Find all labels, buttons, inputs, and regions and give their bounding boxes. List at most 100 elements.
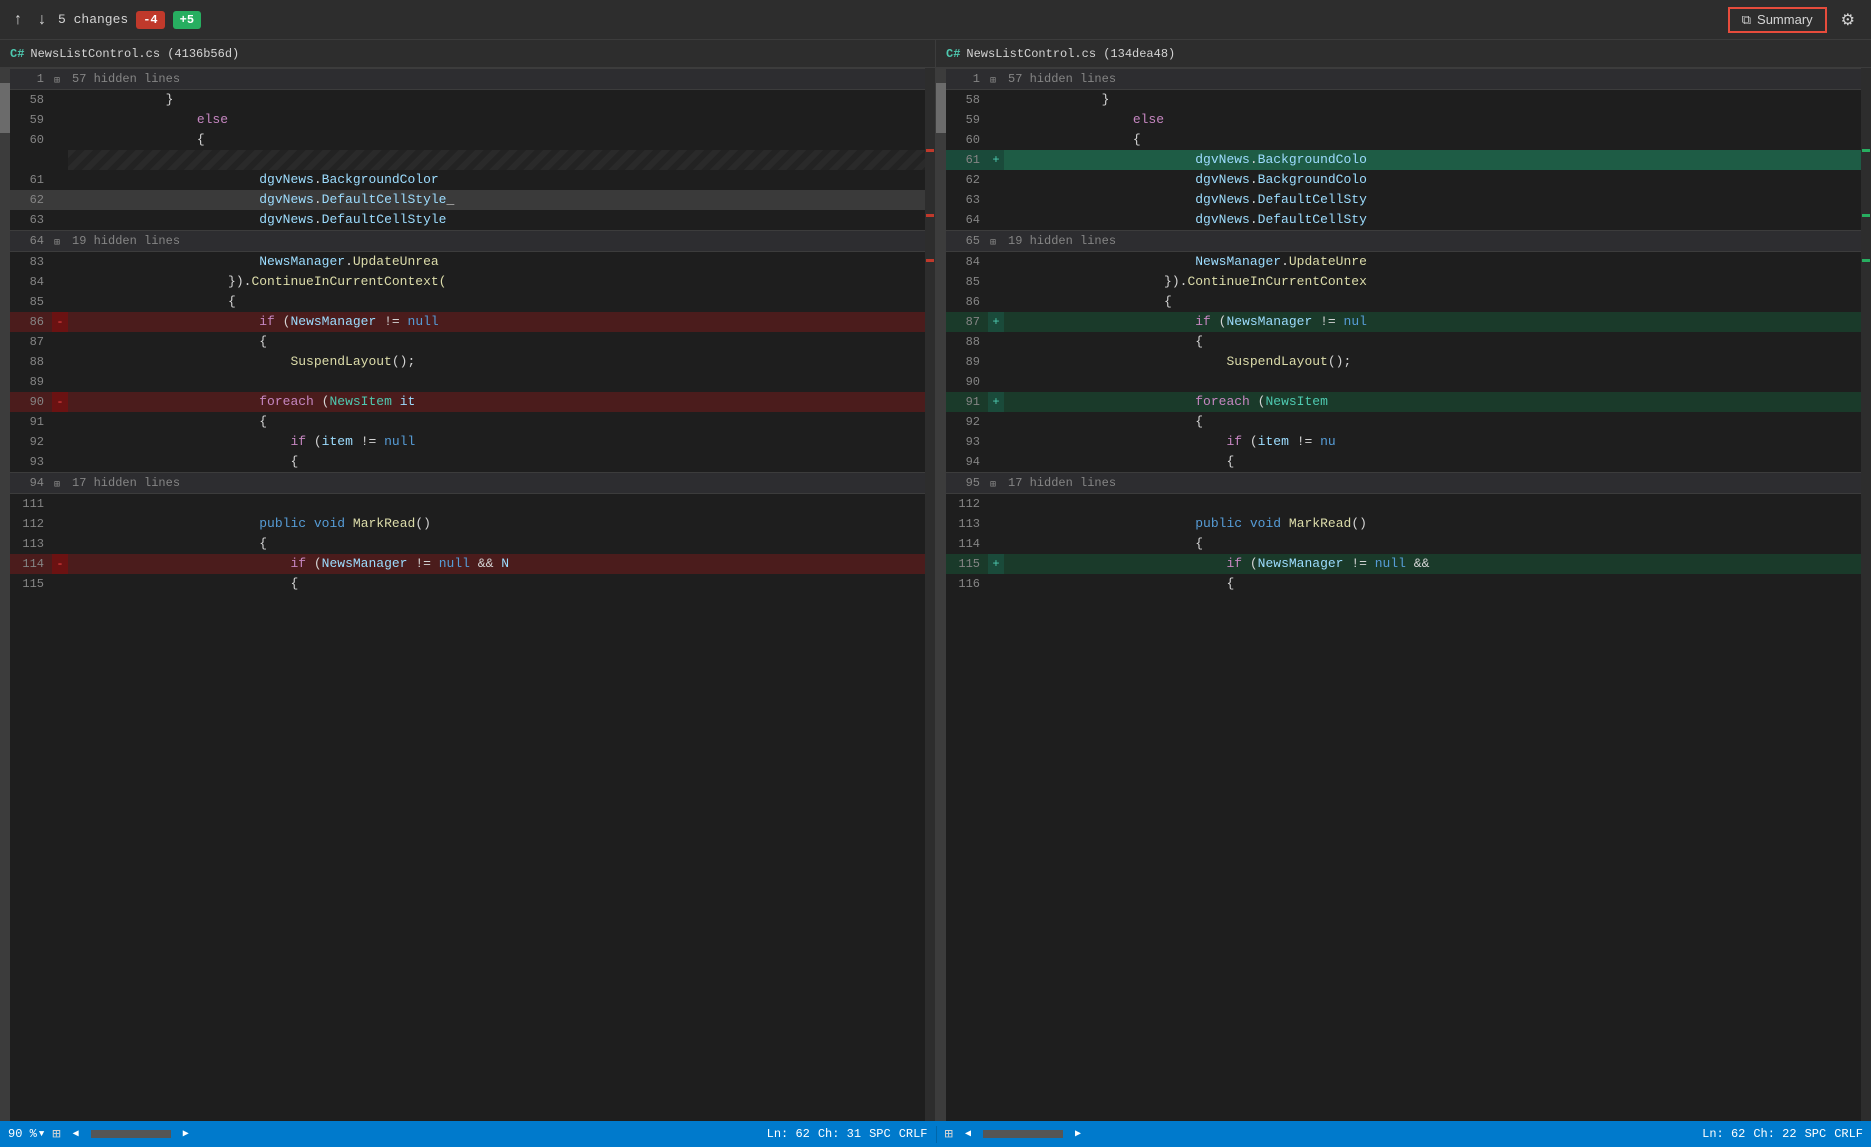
- diff-container: C# NewsListControl.cs (4136b56d) 1 ⊞ 57 …: [0, 40, 1871, 1121]
- left-panel: C# NewsListControl.cs (4136b56d) 1 ⊞ 57 …: [0, 40, 936, 1121]
- status-bar-left: 90 % ▼ ⊞ ◀ ▶ Ln: 62 Ch: 31 SPC CRLF: [0, 1126, 936, 1143]
- right-scroll-area[interactable]: 1 ⊞ 57 hidden lines 58 }: [936, 68, 1871, 1121]
- right-hidden-2: 65 ⊞ 19 hidden lines: [946, 230, 1861, 252]
- left-encoding-icon: ⊞: [52, 1126, 60, 1143]
- right-line-88: 88 {: [946, 332, 1861, 352]
- right-file-name: NewsListControl.cs (134dea48): [966, 47, 1175, 61]
- right-line-58: 58 }: [946, 90, 1861, 110]
- right-line-60: 60 {: [946, 130, 1861, 150]
- left-line-63: 63 dgvNews.DefaultCellStyle: [10, 210, 925, 230]
- left-line-115: 115 {: [10, 574, 925, 594]
- left-scrollbar[interactable]: [0, 68, 10, 1121]
- left-line-60: 60 {: [10, 130, 925, 150]
- left-line-84: 84 }).ContinueInCurrentContext(: [10, 272, 925, 292]
- right-line-61: 61 + dgvNews.BackgroundColo: [946, 150, 1861, 170]
- right-code-area: 1 ⊞ 57 hidden lines 58 }: [946, 68, 1861, 1121]
- right-line-85: 85 }).ContinueInCurrentContex: [946, 272, 1861, 292]
- left-line-86: 86 - if (NewsManager != null: [10, 312, 925, 332]
- right-expand-icon-1[interactable]: ⊞: [988, 76, 998, 87]
- status-bar-right: ⊞ ◀ ▶ Ln: 62 Ch: 22 SPC CRLF: [936, 1126, 1871, 1143]
- right-scroll-left[interactable]: ◀: [961, 1128, 975, 1140]
- zoom-level[interactable]: 90 % ▼: [8, 1127, 44, 1141]
- left-ln: Ln: 62: [767, 1127, 810, 1141]
- right-expand-icon-2[interactable]: ⊞: [988, 238, 998, 249]
- right-hidden-1: 1 ⊞ 57 hidden lines: [946, 68, 1861, 90]
- right-panel-header: C# NewsListControl.cs (134dea48): [936, 40, 1871, 68]
- left-line-113: 113 {: [10, 534, 925, 554]
- right-spc[interactable]: SPC: [1805, 1127, 1827, 1141]
- left-scroll-left[interactable]: ◀: [69, 1128, 83, 1140]
- right-mini-scrollbar[interactable]: [1861, 68, 1871, 1121]
- summary-icon: ⧉: [1742, 12, 1751, 28]
- right-encoding-icon: ⊞: [945, 1126, 953, 1143]
- left-ch: Ch: 31: [818, 1127, 861, 1141]
- left-file-name: NewsListControl.cs (4136b56d): [30, 47, 239, 61]
- left-scroll-area[interactable]: 1 ⊞ 57 hidden lines 58 }: [0, 68, 935, 1121]
- left-expand-icon-2[interactable]: ⊞: [52, 238, 62, 249]
- left-scroll-right[interactable]: ▶: [179, 1128, 193, 1140]
- right-cs-icon: C#: [946, 47, 960, 61]
- right-line-90: 90: [946, 372, 1861, 392]
- left-line-91: 91 {: [10, 412, 925, 432]
- changes-count: 5 changes: [58, 12, 128, 27]
- left-scroll-track[interactable]: [91, 1130, 171, 1138]
- right-panel: C# NewsListControl.cs (134dea48) 1 ⊞ 57 …: [936, 40, 1871, 1121]
- right-expand-icon-3[interactable]: ⊞: [988, 480, 998, 491]
- left-code-lines: 1 ⊞ 57 hidden lines 58 }: [10, 68, 925, 594]
- left-line-85: 85 {: [10, 292, 925, 312]
- right-scrollbar[interactable]: [936, 68, 946, 1121]
- left-crlf[interactable]: CRLF: [899, 1127, 928, 1141]
- left-line-112: 112 public void MarkRead(): [10, 514, 925, 534]
- right-code-lines: 1 ⊞ 57 hidden lines 58 }: [946, 68, 1861, 594]
- right-scroll-track[interactable]: [983, 1130, 1063, 1138]
- right-line-86: 86 {: [946, 292, 1861, 312]
- added-badge: +5: [173, 11, 201, 29]
- right-ln: Ln: 62: [1702, 1127, 1745, 1141]
- settings-button[interactable]: ⚙: [1835, 8, 1861, 32]
- left-line-83: 83 NewsManager.UpdateUnrea: [10, 252, 925, 272]
- left-line-92: 92 if (item != null: [10, 432, 925, 452]
- right-line-116: 116 {: [946, 574, 1861, 594]
- left-hidden-3: 94 ⊞ 17 hidden lines: [10, 472, 925, 494]
- right-line-114: 114 {: [946, 534, 1861, 554]
- left-line-88: 88 SuspendLayout();: [10, 352, 925, 372]
- left-spc[interactable]: SPC: [869, 1127, 891, 1141]
- right-line-89: 89 SuspendLayout();: [946, 352, 1861, 372]
- right-line-113: 113 public void MarkRead(): [946, 514, 1861, 534]
- right-line-59: 59 else: [946, 110, 1861, 130]
- left-mini-scrollbar[interactable]: [925, 68, 935, 1121]
- left-cs-icon: C#: [10, 47, 24, 61]
- left-line-87: 87 {: [10, 332, 925, 352]
- left-line-93: 93 {: [10, 452, 925, 472]
- left-panel-header: C# NewsListControl.cs (4136b56d): [0, 40, 935, 68]
- left-hidden-1: 1 ⊞ 57 hidden lines: [10, 68, 925, 90]
- left-line-61-empty: [10, 150, 925, 170]
- right-line-112: 112: [946, 494, 1861, 514]
- status-bar: 90 % ▼ ⊞ ◀ ▶ Ln: 62 Ch: 31 SPC CRLF ⊞ ◀ …: [0, 1121, 1871, 1147]
- right-crlf[interactable]: CRLF: [1834, 1127, 1863, 1141]
- right-line-94: 94 {: [946, 452, 1861, 472]
- right-line-92: 92 {: [946, 412, 1861, 432]
- left-expand-icon-1[interactable]: ⊞: [52, 76, 62, 87]
- left-code-area: 1 ⊞ 57 hidden lines 58 }: [10, 68, 925, 1121]
- toolbar: ↑ ↓ 5 changes -4 +5 ⧉ Summary ⚙: [0, 0, 1871, 40]
- left-line-114: 114 - if (NewsManager != null && N: [10, 554, 925, 574]
- right-scroll-right[interactable]: ▶: [1071, 1128, 1085, 1140]
- right-line-84: 84 NewsManager.UpdateUnre: [946, 252, 1861, 272]
- right-hidden-3: 95 ⊞ 17 hidden lines: [946, 472, 1861, 494]
- right-line-64: 64 dgvNews.DefaultCellSty: [946, 210, 1861, 230]
- left-line-89: 89: [10, 372, 925, 392]
- left-expand-icon-3[interactable]: ⊞: [52, 480, 62, 491]
- summary-button[interactable]: ⧉ Summary: [1728, 7, 1827, 33]
- right-line-93: 93 if (item != nu: [946, 432, 1861, 452]
- left-line-62: 62 dgvNews.DefaultCellStyle_: [10, 190, 925, 210]
- nav-down-button[interactable]: ↓: [34, 9, 50, 31]
- nav-up-button[interactable]: ↑: [10, 9, 26, 31]
- right-line-115: 115 + if (NewsManager != null &&: [946, 554, 1861, 574]
- left-line-58: 58 }: [10, 90, 925, 110]
- right-line-63: 63 dgvNews.DefaultCellSty: [946, 190, 1861, 210]
- removed-badge: -4: [136, 11, 164, 29]
- right-line-62: 62 dgvNews.BackgroundColo: [946, 170, 1861, 190]
- left-line-61: 61 dgvNews.BackgroundColor: [10, 170, 925, 190]
- left-line-111: 111: [10, 494, 925, 514]
